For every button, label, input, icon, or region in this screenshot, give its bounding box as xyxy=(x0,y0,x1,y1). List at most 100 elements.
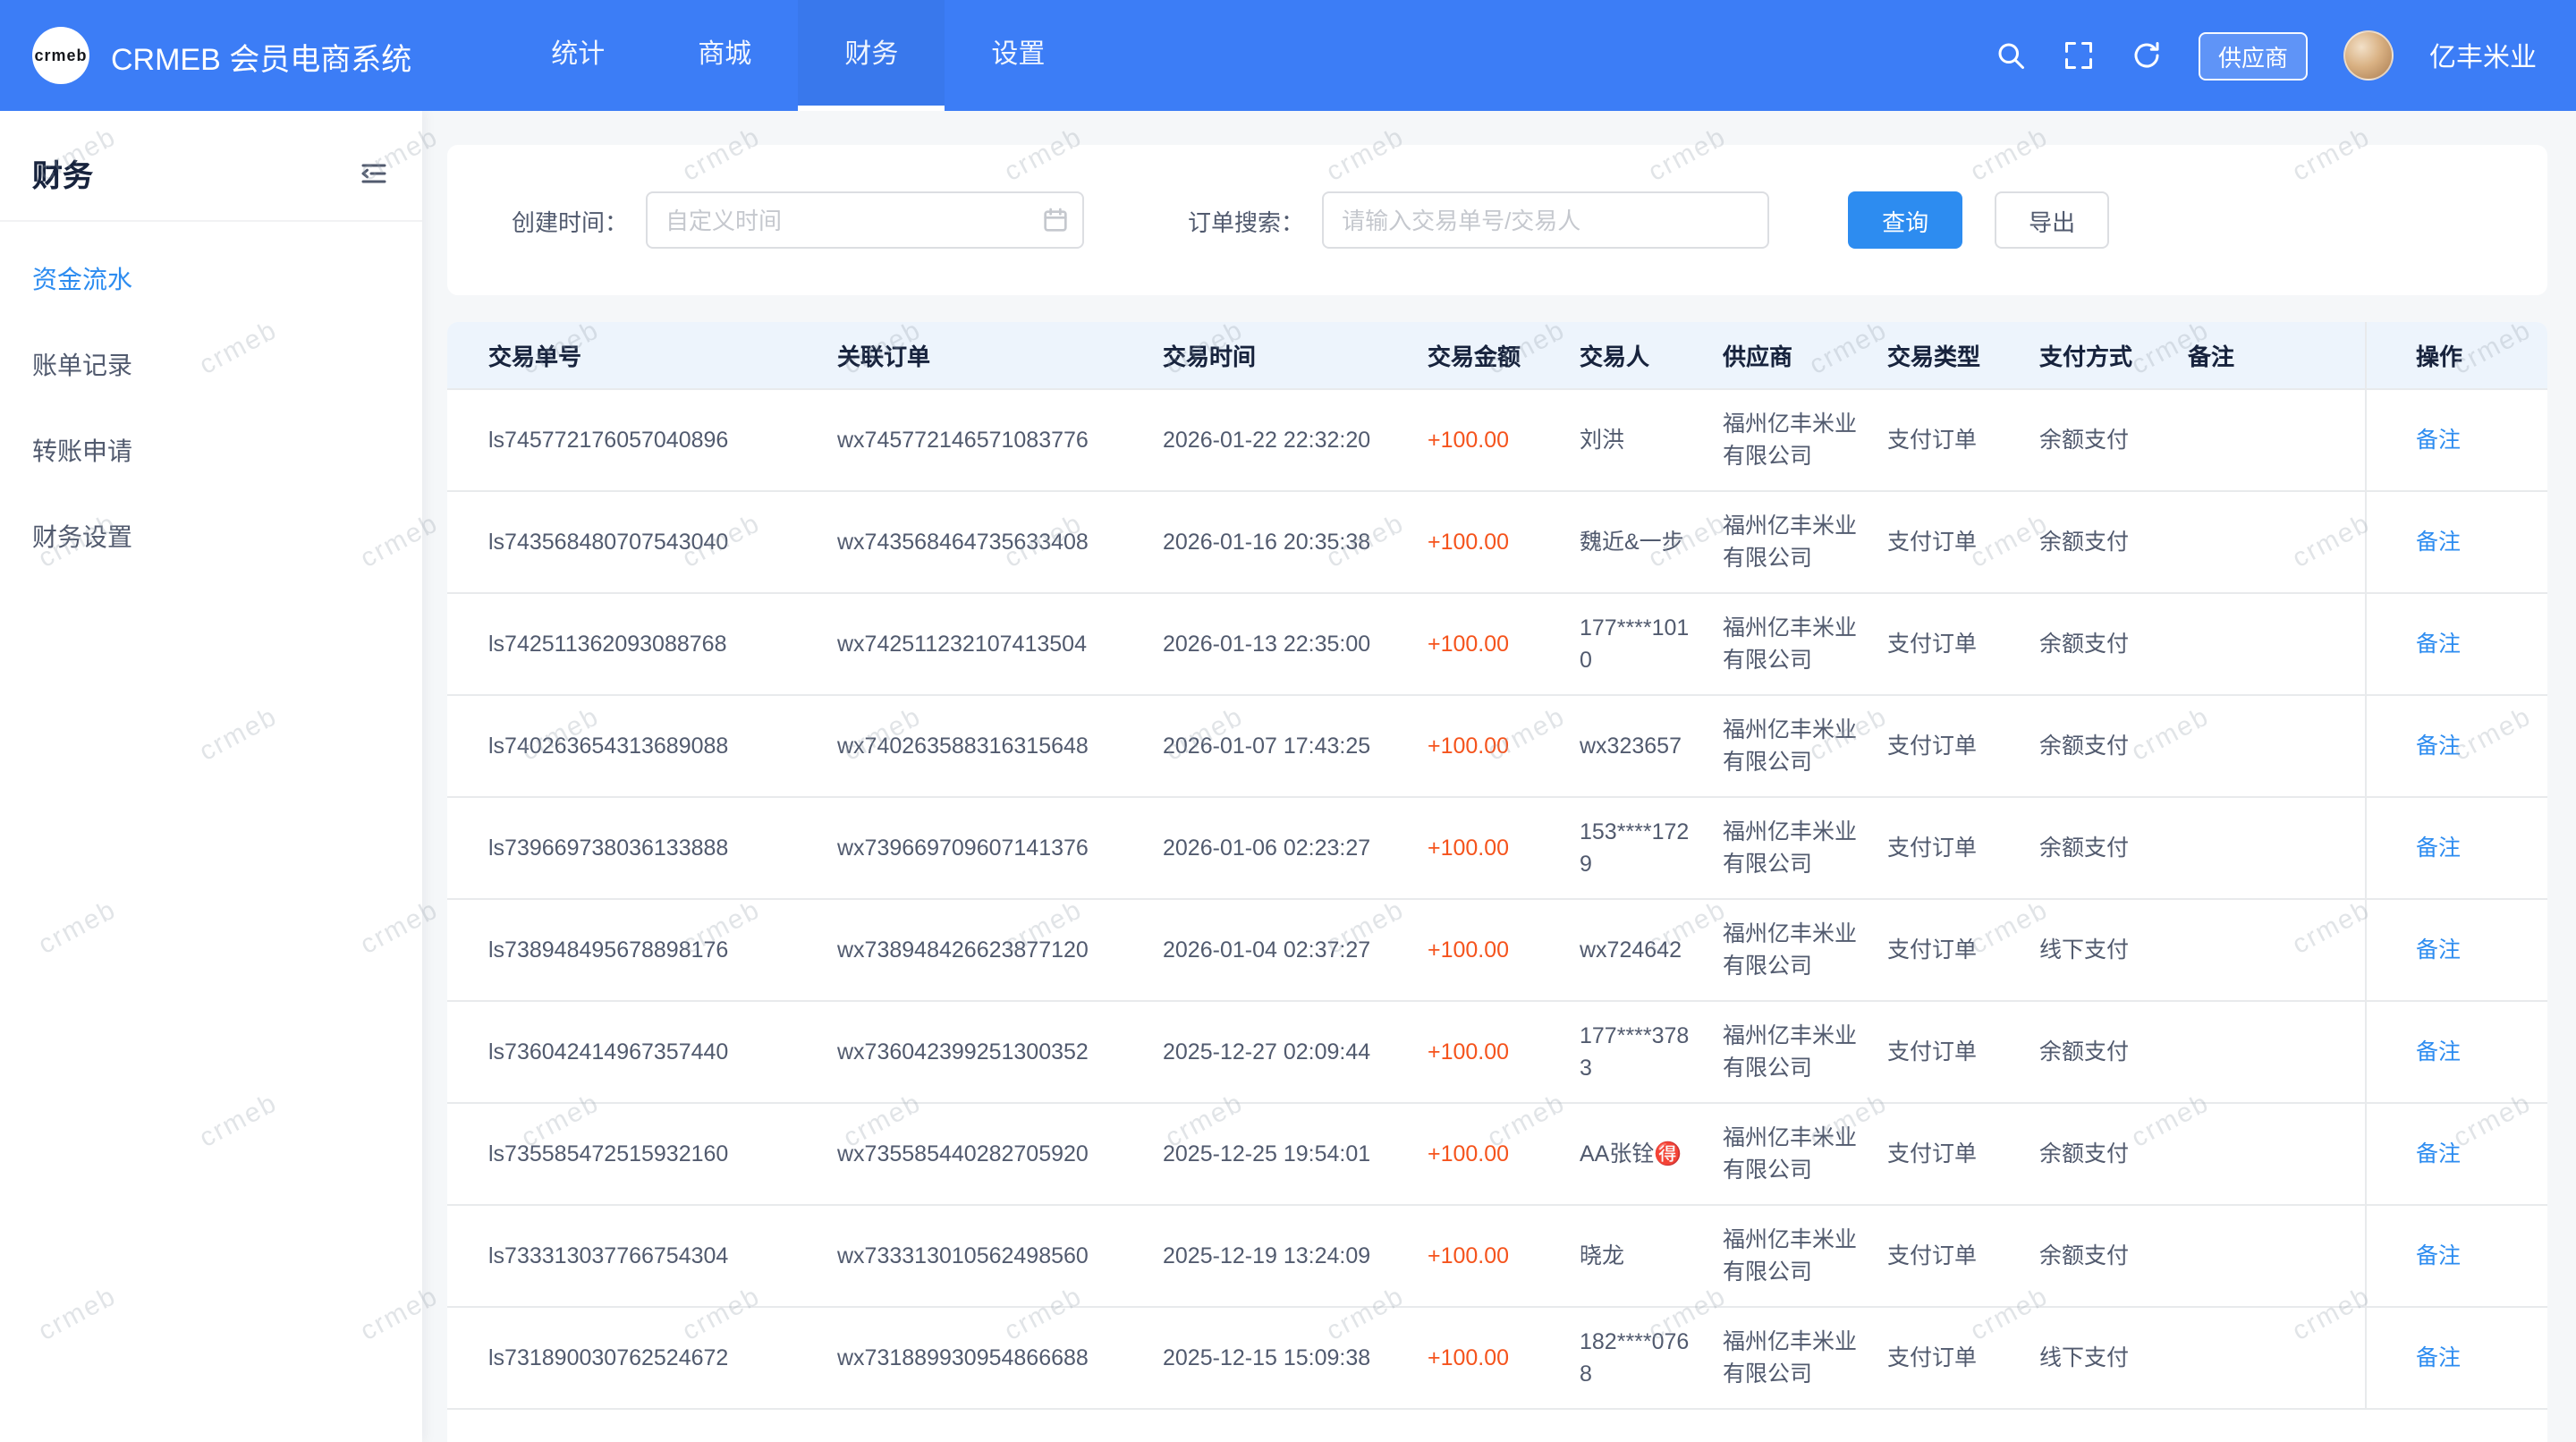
cell-time: 2025-12-27 02:09:44 xyxy=(1148,1001,1413,1103)
header-actions: 供应商 亿丰米业 xyxy=(1995,30,2537,81)
cell-type: 支付订单 xyxy=(1873,695,2025,797)
app-title: CRMEB 会员电商系统 xyxy=(111,33,411,78)
top-header: crmeb CRMEB 会员电商系统 统计 商城 财务 设置 xyxy=(0,0,2576,111)
remark-link[interactable]: 备注 xyxy=(2416,428,2461,453)
refresh-icon[interactable] xyxy=(2131,39,2163,72)
cell-supplier: 福州亿丰米业有限公司 xyxy=(1708,593,1873,695)
export-button[interactable]: 导出 xyxy=(1995,191,2109,249)
cell-action: 备注 xyxy=(2365,593,2547,695)
cell-type: 支付订单 xyxy=(1873,1001,2025,1103)
collapse-sidebar-icon[interactable] xyxy=(358,157,390,189)
order-search-input[interactable] xyxy=(1322,191,1769,249)
cell-remark xyxy=(2174,695,2365,797)
nav-item-finance[interactable]: 财务 xyxy=(798,0,945,111)
cell-pay-method: 线下支付 xyxy=(2025,1307,2174,1409)
remark-link[interactable]: 备注 xyxy=(2416,1243,2461,1268)
remark-link[interactable]: 备注 xyxy=(2416,632,2461,657)
nav-item-settings[interactable]: 设置 xyxy=(945,0,1091,111)
remark-link[interactable]: 备注 xyxy=(2416,1039,2461,1065)
table-row: ls742511362093088768 wx74251123210741350… xyxy=(447,593,2547,695)
cell-supplier: 福州亿丰米业有限公司 xyxy=(1708,899,1873,1001)
cell-order-no: wx743568464735633408 xyxy=(823,491,1148,593)
cell-type: 支付订单 xyxy=(1873,1205,2025,1307)
col-action: 操作 xyxy=(2365,322,2547,389)
cell-pay-method: 余额支付 xyxy=(2025,695,2174,797)
cell-type: 支付订单 xyxy=(1873,1307,2025,1409)
cell-pay-method: 余额支付 xyxy=(2025,1103,2174,1205)
cell-transactor: wx724642 xyxy=(1565,899,1708,1001)
cell-supplier: 福州亿丰米业有限公司 xyxy=(1708,695,1873,797)
search-button[interactable]: 查询 xyxy=(1848,191,1962,249)
username[interactable]: 亿丰米业 xyxy=(2429,37,2537,74)
nav-item-mall[interactable]: 商城 xyxy=(651,0,798,111)
crmeb-logo: crmeb xyxy=(32,27,89,84)
remark-link[interactable]: 备注 xyxy=(2416,937,2461,963)
cell-pay-method: 余额支付 xyxy=(2025,593,2174,695)
cell-action: 备注 xyxy=(2365,899,2547,1001)
col-remark: 备注 xyxy=(2174,322,2365,389)
order-search-label: 订单搜索： xyxy=(1188,203,1304,237)
user-avatar[interactable] xyxy=(2343,30,2394,81)
table-row: ls735585472515932160 wx73558544028270592… xyxy=(447,1103,2547,1205)
cell-order-no: wx733313010562498560 xyxy=(823,1205,1148,1307)
cell-time: 2025-12-15 15:09:38 xyxy=(1148,1307,1413,1409)
sidebar: 财务 资金流水 账单记录 转账申请 财务设置 xyxy=(0,111,422,1442)
app-root: crmeb CRMEB 会员电商系统 统计 商城 财务 设置 xyxy=(0,0,2576,1442)
fullscreen-icon[interactable] xyxy=(2063,39,2095,72)
cell-action: 备注 xyxy=(2365,797,2547,899)
cell-remark xyxy=(2174,1103,2365,1205)
col-trade-no: 交易单号 xyxy=(447,322,823,389)
remark-link[interactable]: 备注 xyxy=(2416,1141,2461,1166)
cell-action: 备注 xyxy=(2365,1307,2547,1409)
remark-link[interactable]: 备注 xyxy=(2416,1345,2461,1370)
cell-order-no: wx736042399251300352 xyxy=(823,1001,1148,1103)
remark-link[interactable]: 备注 xyxy=(2416,734,2461,759)
cell-type: 支付订单 xyxy=(1873,1103,2025,1205)
cell-amount: +100.00 xyxy=(1413,491,1565,593)
calendar-icon[interactable] xyxy=(1041,206,1070,234)
cell-remark xyxy=(2174,899,2365,1001)
cell-amount: +100.00 xyxy=(1413,1001,1565,1103)
cell-action: 备注 xyxy=(2365,1001,2547,1103)
create-time-input[interactable] xyxy=(646,191,1084,249)
remark-link[interactable]: 备注 xyxy=(2416,530,2461,555)
cell-pay-method: 余额支付 xyxy=(2025,491,2174,593)
cell-supplier: 福州亿丰米业有限公司 xyxy=(1708,1103,1873,1205)
cell-transactor: 177****3783 xyxy=(1565,1001,1708,1103)
top-nav: 统计 商城 财务 设置 xyxy=(504,0,1091,111)
cell-amount: +100.00 xyxy=(1413,695,1565,797)
sidebar-item-transfer-request[interactable]: 转账申请 xyxy=(0,408,422,494)
sidebar-item-finance-settings[interactable]: 财务设置 xyxy=(0,494,422,580)
cell-remark xyxy=(2174,1205,2365,1307)
sidebar-item-capital-flow[interactable]: 资金流水 xyxy=(0,236,422,322)
search-icon[interactable] xyxy=(1995,39,2027,72)
supplier-role-badge[interactable]: 供应商 xyxy=(2199,31,2308,80)
cell-amount: +100.00 xyxy=(1413,593,1565,695)
cell-amount: +100.00 xyxy=(1413,1205,1565,1307)
cell-pay-method: 余额支付 xyxy=(2025,1001,2174,1103)
cell-transactor: 182****0768 xyxy=(1565,1307,1708,1409)
logo-text: crmeb xyxy=(34,47,87,64)
cell-transactor: 魏近&一步 xyxy=(1565,491,1708,593)
cell-transactor: 153****1729 xyxy=(1565,797,1708,899)
remark-link[interactable]: 备注 xyxy=(2416,836,2461,861)
body-wrap: 财务 资金流水 账单记录 转账申请 财务设置 创建时间： xyxy=(0,111,2576,1442)
col-order-no: 关联订单 xyxy=(823,322,1148,389)
main-content: 创建时间： 订单搜索： 查询 导出 xyxy=(422,111,2576,1442)
cell-trade-no: ls738948495678898176 xyxy=(447,899,823,1001)
cell-supplier: 福州亿丰米业有限公司 xyxy=(1708,1307,1873,1409)
cell-time: 2026-01-07 17:43:25 xyxy=(1148,695,1413,797)
cell-order-no: wx738948426623877120 xyxy=(823,899,1148,1001)
cell-pay-method: 余额支付 xyxy=(2025,797,2174,899)
cell-time: 2025-12-19 13:24:09 xyxy=(1148,1205,1413,1307)
create-time-input-wrap xyxy=(646,191,1084,249)
nav-item-statistics[interactable]: 统计 xyxy=(504,0,651,111)
cell-supplier: 福州亿丰米业有限公司 xyxy=(1708,1205,1873,1307)
cell-pay-method: 余额支付 xyxy=(2025,389,2174,491)
cell-order-no: wx740263588316315648 xyxy=(823,695,1148,797)
cell-trade-no: ls742511362093088768 xyxy=(447,593,823,695)
cell-type: 支付订单 xyxy=(1873,899,2025,1001)
sidebar-item-bill-records[interactable]: 账单记录 xyxy=(0,322,422,408)
sidebar-head: 财务 xyxy=(0,111,422,222)
cell-order-no: wx739669709607141376 xyxy=(823,797,1148,899)
